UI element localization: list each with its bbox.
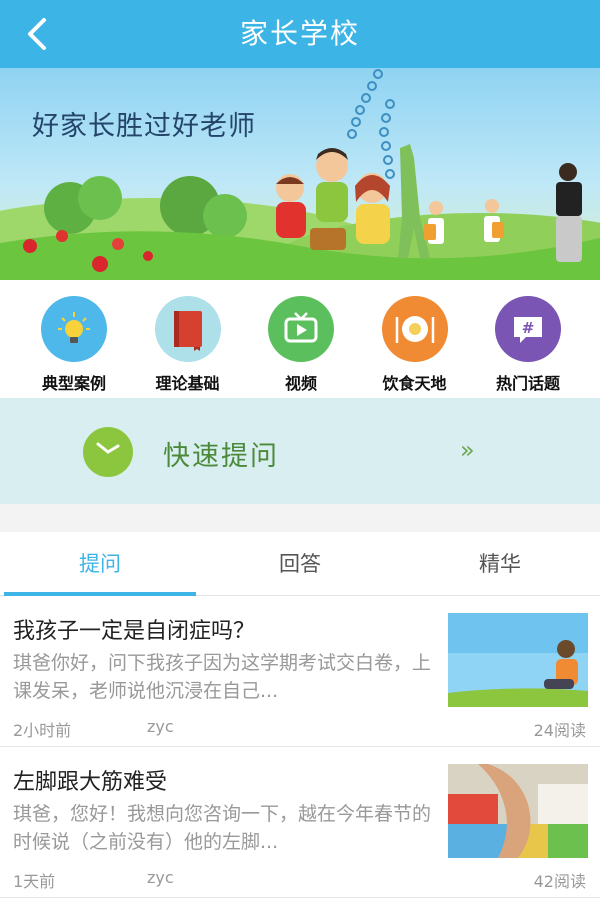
post-author: zyc: [147, 868, 174, 887]
category-label: 饮食天地: [382, 374, 447, 393]
double-chevron-right-icon: »: [460, 436, 475, 464]
category-label: 热门话题: [495, 374, 560, 393]
post-excerpt: 琪爸你好，问下我孩子因为这学期考试交白卷，上课发呆，老师说他沉浸在自己...: [13, 652, 432, 702]
plate-icon: [381, 296, 448, 362]
banner-slogan: 好家长胜过好老师: [32, 111, 256, 142]
tab-bar: 提问 回答 精华: [0, 532, 600, 596]
hashtag-chat-icon: #: [495, 296, 561, 362]
category-bar: 典型案例 理论基础 视频 饮食天地 # 热门话题: [0, 280, 600, 398]
category-diet[interactable]: 饮食天地: [375, 296, 455, 398]
post-read-count: 24阅读: [533, 721, 586, 740]
quick-ask-button[interactable]: 快速提问 »: [0, 398, 600, 504]
category-label: 理论基础: [155, 374, 220, 393]
post-thumbnail: [448, 764, 588, 858]
category-label: 典型案例: [41, 374, 106, 393]
quick-ask-label: 快速提问: [163, 441, 279, 472]
tab-answers[interactable]: 回答: [200, 532, 400, 595]
banner-illustration: [0, 69, 600, 280]
list-item[interactable]: 我孩子一定是自闭症吗？ 琪爸你好，问下我孩子因为这学期考试交白卷，上课发呆，老师…: [0, 597, 600, 747]
list-item[interactable]: 左脚跟大筋难受 琪爸，您好！我想向您咨询一下，越在今年春节的时候说（之前没有）他…: [0, 748, 600, 898]
banner[interactable]: 好家长胜过好老师: [0, 68, 600, 280]
post-title: 我孩子一定是自闭症吗？: [13, 619, 256, 644]
header-bar: 家长学校: [0, 0, 600, 68]
post-title: 左脚跟大筋难受: [13, 770, 168, 795]
post-thumbnail: [448, 613, 588, 707]
category-label: 视频: [284, 374, 317, 393]
post-time: 2小时前: [13, 721, 72, 740]
post-excerpt: 琪爸，您好！我想向您咨询一下，越在今年春节的时候说（之前没有）他的左脚...: [13, 803, 432, 853]
svg-text:#: #: [522, 319, 535, 337]
lightbulb-icon: [41, 296, 107, 362]
tab-questions[interactable]: 提问: [0, 532, 200, 596]
category-hot-topics[interactable]: # 热门话题: [488, 296, 568, 398]
section-divider: [0, 504, 600, 532]
category-video[interactable]: 视频: [261, 296, 341, 398]
tv-icon: [268, 296, 334, 362]
category-typical-cases[interactable]: 典型案例: [34, 296, 114, 398]
clock-icon: [83, 427, 133, 477]
tab-featured[interactable]: 精华: [400, 532, 600, 595]
page-title: 家长学校: [239, 17, 360, 50]
post-time: 1天前: [13, 872, 56, 891]
book-icon: [154, 296, 221, 362]
post-read-count: 42阅读: [533, 872, 586, 891]
post-author: zyc: [147, 717, 174, 736]
category-theory[interactable]: 理论基础: [148, 296, 228, 398]
